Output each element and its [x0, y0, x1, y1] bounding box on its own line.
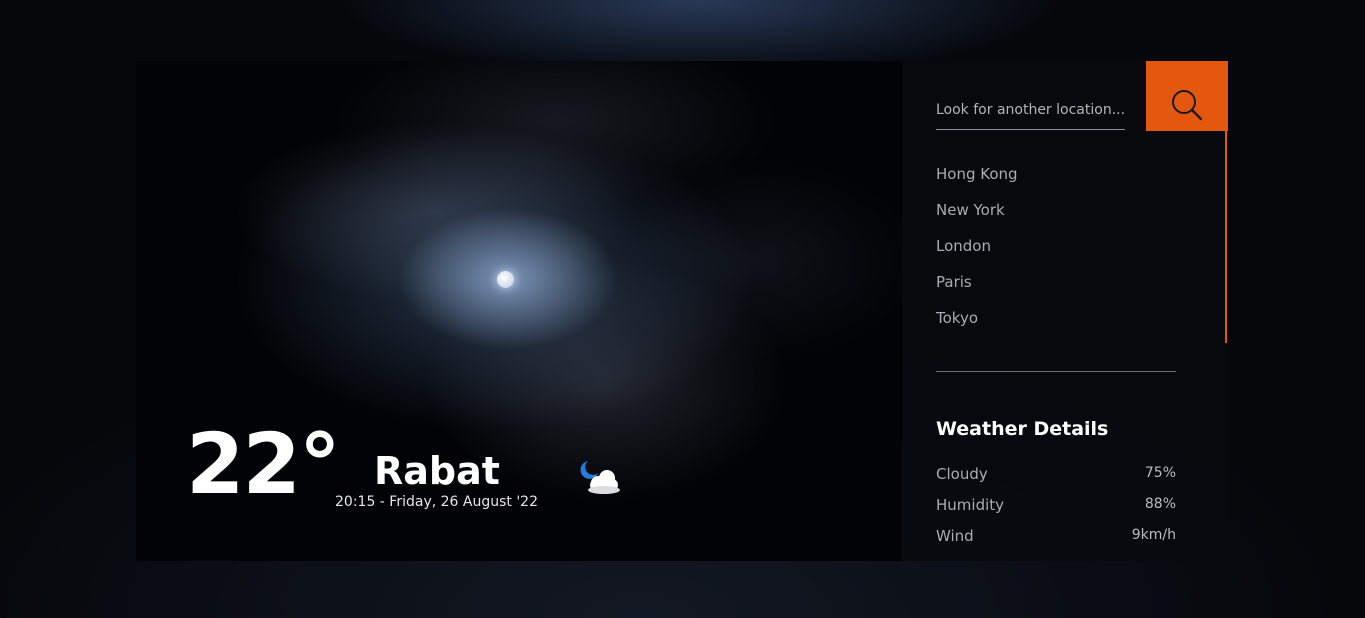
- location-item[interactable]: Tokyo: [936, 309, 1018, 345]
- scrollbar[interactable]: [1225, 131, 1227, 343]
- detail-value: 75%: [1144, 465, 1176, 481]
- detail-row-cloudy: Cloudy 75%: [936, 465, 1176, 496]
- weather-details-list: Cloudy 75% Humidity 88% Wind 9km/h: [936, 465, 1176, 558]
- location-list: Hong Kong New York London Paris Tokyo: [936, 165, 1018, 345]
- temperature: 22°: [186, 415, 341, 513]
- sidebar-panel: Hong Kong New York London Paris Tokyo We…: [902, 61, 1228, 561]
- night-sky-background: 22° Rabat 20:15 - Friday, 26 August '22: [136, 61, 902, 561]
- location-item[interactable]: Hong Kong: [936, 165, 1018, 201]
- detail-label: Humidity: [936, 496, 1005, 514]
- city-name: Rabat: [374, 449, 500, 493]
- detail-label: Wind: [936, 527, 974, 545]
- date-time: 20:15 - Friday, 26 August '22: [335, 494, 538, 510]
- search-input[interactable]: [936, 91, 1125, 130]
- location-item[interactable]: New York: [936, 201, 1018, 237]
- detail-label: Cloudy: [936, 465, 988, 483]
- location-item[interactable]: London: [936, 237, 1018, 273]
- search-icon: [1172, 90, 1203, 121]
- weather-details-title: Weather Details: [936, 418, 1109, 440]
- search-button[interactable]: [1146, 61, 1228, 131]
- moon-image: [497, 271, 514, 288]
- detail-value: 9km/h: [1131, 527, 1176, 543]
- detail-row-humidity: Humidity 88%: [936, 496, 1176, 527]
- detail-row-wind: Wind 9km/h: [936, 527, 1176, 558]
- detail-value: 88%: [1144, 496, 1176, 512]
- weather-card: 22° Rabat 20:15 - Friday, 26 August '22 …: [136, 61, 1228, 561]
- divider: [936, 371, 1176, 372]
- moon-cloud-icon: [578, 457, 624, 503]
- location-item[interactable]: Paris: [936, 273, 1018, 309]
